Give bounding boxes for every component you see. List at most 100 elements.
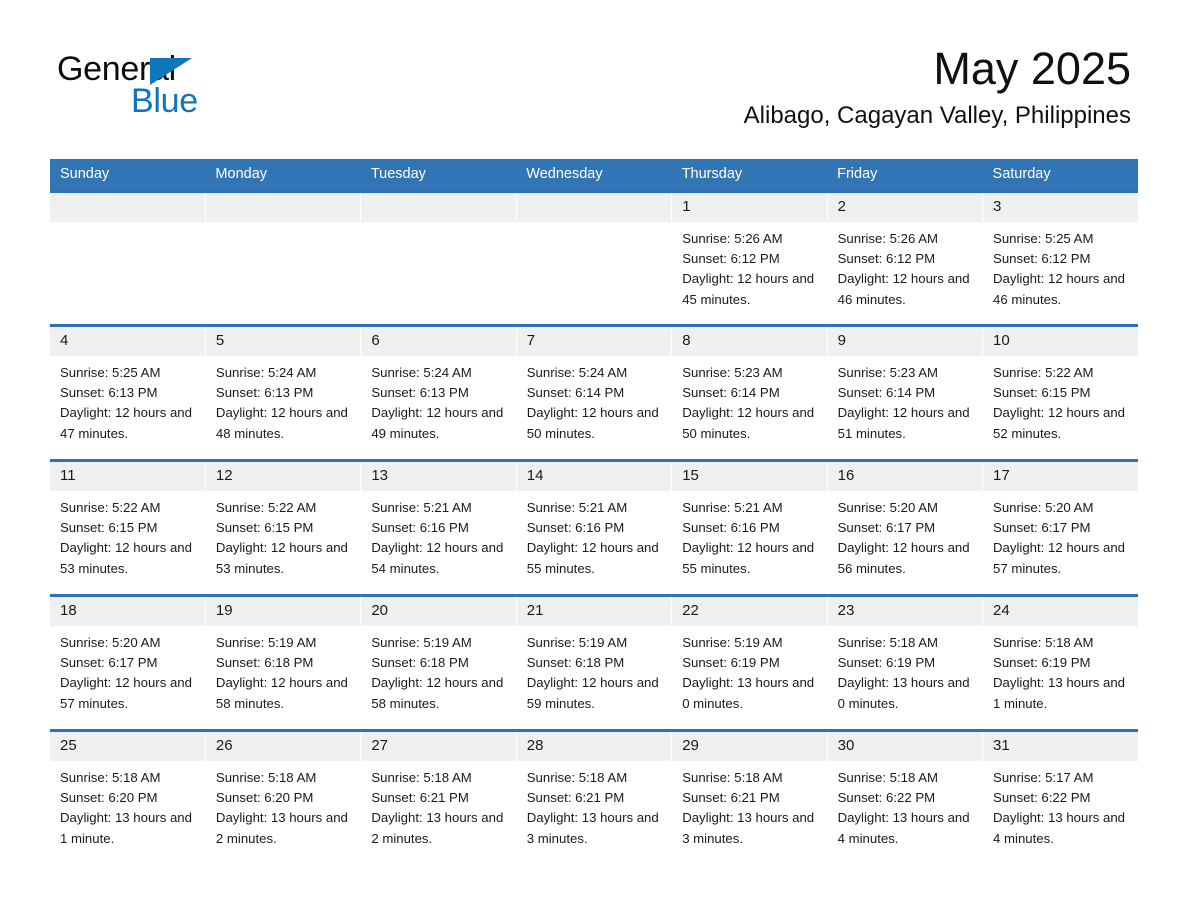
calendar-day-cell[interactable]: 2 Sunrise: 5:26 AM Sunset: 6:12 PM Daylight…: [826, 190, 983, 326]
calendar-day-cell[interactable]: 18 Sunrise: 5:20 AM Sunset: 6:17 PM Dayligh…: [50, 594, 206, 731]
day-details: Sunrise: 5:22 AM Sunset: 6:15 PM Daylight:…: [50, 492, 205, 579]
day-number: 20: [361, 597, 516, 627]
calendar-day-cell[interactable]: 21 Sunrise: 5:19 AM Sunset: 6:18 PM Dayligh…: [515, 594, 672, 731]
sunrise-text: Sunrise: 5:25 AM: [60, 365, 161, 380]
sunset-text: Sunset: 6:12 PM: [837, 251, 936, 267]
calendar-day-cell[interactable]: 23 Sunrise: 5:18 AM Sunset: 6:19 PM Dayligh…: [826, 594, 983, 731]
calendar-day-cell[interactable]: 29 Sunrise: 5:18 AM Sunset: 6:21 PM Dayligh…: [671, 729, 828, 864]
daylight-text: Daylight: 13 hours and 0 minutes.: [837, 675, 970, 711]
calendar-day-cell[interactable]: 12 Sunrise: 5:22 AM Sunset: 6:15 PM Dayligh…: [204, 459, 361, 596]
day-number: 7: [516, 327, 672, 357]
daylight-text: Daylight: 12 hours and 45 minutes.: [682, 271, 815, 307]
day-details: Sunrise: 5:18 AM Sunset: 6:20 PM Daylight:…: [206, 762, 360, 849]
calendar-day-cell[interactable]: 19 Sunrise: 5:19 AM Sunset: 6:18 PM Dayligh…: [204, 594, 361, 731]
calendar-week-row: 25 Sunrise: 5:18 AM Sunset: 6:20 PM Dayligh…: [50, 729, 1138, 864]
calendar-day-cell[interactable]: 10 Sunrise: 5:22 AM Sunset: 6:15 PM Dayligh…: [982, 324, 1138, 461]
calendar-day-cell[interactable]: 28 Sunrise: 5:18 AM Sunset: 6:21 PM Dayligh…: [515, 729, 672, 864]
sunset-text: Sunset: 6:13 PM: [371, 385, 469, 401]
calendar-day-cell[interactable]: 6 Sunrise: 5:24 AM Sunset: 6:13 PM Daylight…: [360, 324, 517, 461]
calendar-day-cell[interactable]: 9 Sunrise: 5:23 AM Sunset: 6:14 PM Daylight…: [826, 324, 983, 461]
day-number: 13: [361, 462, 516, 492]
day-details: Sunrise: 5:18 AM Sunset: 6:19 PM Daylight:…: [983, 627, 1138, 714]
sunset-text: Sunset: 6:20 PM: [215, 790, 314, 806]
day-details: Sunrise: 5:24 AM Sunset: 6:14 PM Daylight:…: [517, 357, 671, 444]
calendar-day-cell-empty: [360, 190, 517, 326]
sunrise-text: Sunrise: 5:26 AM: [837, 231, 939, 246]
calendar-page: General Blue May 2025 Alibago, Cagayan V…: [0, 0, 1188, 918]
calendar-day-cell[interactable]: 27 Sunrise: 5:18 AM Sunset: 6:21 PM Dayligh…: [360, 729, 517, 864]
calendar-day-cell[interactable]: 31 Sunrise: 5:17 AM Sunset: 6:22 PM Dayligh…: [982, 729, 1138, 864]
day-details: Sunrise: 5:18 AM Sunset: 6:21 PM Daylight:…: [672, 762, 826, 849]
triangle-icon: [150, 58, 192, 85]
day-number: 22: [672, 597, 827, 627]
calendar-day-cell[interactable]: 5 Sunrise: 5:24 AM Sunset: 6:13 PM Daylight…: [204, 324, 361, 461]
daylight-text: Daylight: 12 hours and 55 minutes.: [682, 540, 815, 576]
day-number: 21: [516, 597, 672, 627]
calendar-day-cell[interactable]: 17 Sunrise: 5:20 AM Sunset: 6:17 PM Dayligh…: [982, 459, 1138, 596]
sunset-text: Sunset: 6:18 PM: [371, 655, 469, 671]
day-number: [205, 193, 361, 223]
sunrise-text: Sunrise: 5:21 AM: [526, 500, 628, 515]
calendar-day-cell[interactable]: 8 Sunrise: 5:23 AM Sunset: 6:14 PM Daylight…: [671, 324, 828, 461]
daylight-text: Daylight: 13 hours and 0 minutes.: [682, 675, 815, 711]
daylight-text: Daylight: 12 hours and 58 minutes.: [371, 675, 504, 711]
day-details: Sunrise: 5:20 AM Sunset: 6:17 PM Daylight:…: [50, 627, 205, 714]
sunset-text: Sunset: 6:21 PM: [371, 790, 469, 806]
sunset-text: Sunset: 6:13 PM: [215, 385, 314, 401]
calendar-day-cell[interactable]: 25 Sunrise: 5:18 AM Sunset: 6:20 PM Dayligh…: [50, 729, 206, 864]
day-details: Sunrise: 5:21 AM Sunset: 6:16 PM Daylight:…: [361, 492, 515, 579]
day-number: 9: [827, 327, 983, 357]
calendar-day-cell[interactable]: 26 Sunrise: 5:18 AM Sunset: 6:20 PM Dayligh…: [204, 729, 361, 864]
sunset-text: Sunset: 6:12 PM: [993, 251, 1091, 267]
day-number: [50, 193, 205, 223]
sunrise-text: Sunrise: 5:23 AM: [682, 365, 783, 380]
daylight-text: Daylight: 13 hours and 2 minutes.: [371, 810, 504, 846]
sunset-text: Sunset: 6:17 PM: [993, 520, 1091, 536]
sunrise-text: Sunrise: 5:21 AM: [371, 500, 472, 515]
day-number: 5: [205, 327, 361, 357]
sunset-text: Sunset: 6:15 PM: [60, 520, 158, 536]
sunrise-text: Sunrise: 5:18 AM: [682, 770, 783, 785]
calendar-table: Sunday Monday Tuesday Wednesday Thursday…: [50, 159, 1138, 864]
sunrise-text: Sunrise: 5:18 AM: [215, 770, 317, 785]
daylight-text: Daylight: 12 hours and 47 minutes.: [60, 405, 192, 441]
day-details: Sunrise: 5:24 AM Sunset: 6:13 PM Daylight:…: [361, 357, 515, 444]
calendar-body: 1 Sunrise: 5:26 AM Sunset: 6:12 PM Daylight…: [50, 190, 1138, 864]
sunrise-text: Sunrise: 5:18 AM: [837, 635, 939, 650]
day-details: Sunrise: 5:19 AM Sunset: 6:18 PM Daylight:…: [517, 627, 671, 714]
daylight-text: Daylight: 12 hours and 46 minutes.: [993, 271, 1125, 307]
sunset-text: Sunset: 6:22 PM: [837, 790, 936, 806]
day-number: 23: [827, 597, 983, 627]
sunset-text: Sunset: 6:14 PM: [526, 385, 625, 401]
daylight-text: Daylight: 13 hours and 2 minutes.: [215, 810, 348, 846]
day-number: 16: [827, 462, 983, 492]
sunrise-text: Sunrise: 5:18 AM: [526, 770, 628, 785]
calendar-day-cell[interactable]: 24 Sunrise: 5:18 AM Sunset: 6:19 PM Dayligh…: [982, 594, 1138, 731]
daylight-text: Daylight: 12 hours and 55 minutes.: [526, 540, 659, 576]
calendar-day-cell[interactable]: 11 Sunrise: 5:22 AM Sunset: 6:15 PM Dayligh…: [50, 459, 206, 596]
daylight-text: Daylight: 13 hours and 1 minute.: [993, 675, 1125, 711]
calendar-day-cell[interactable]: 14 Sunrise: 5:21 AM Sunset: 6:16 PM Dayligh…: [515, 459, 672, 596]
calendar-day-cell[interactable]: 15 Sunrise: 5:21 AM Sunset: 6:16 PM Dayligh…: [671, 459, 828, 596]
calendar-day-cell[interactable]: 22 Sunrise: 5:19 AM Sunset: 6:19 PM Dayligh…: [671, 594, 828, 731]
calendar-day-cell[interactable]: 1 Sunrise: 5:26 AM Sunset: 6:12 PM Daylight…: [671, 190, 828, 326]
calendar-day-cell[interactable]: 3 Sunrise: 5:25 AM Sunset: 6:12 PM Daylight…: [982, 190, 1138, 326]
day-number: 27: [361, 732, 516, 762]
sunrise-text: Sunrise: 5:17 AM: [993, 770, 1094, 785]
day-number: 15: [672, 462, 827, 492]
sunset-text: Sunset: 6:18 PM: [526, 655, 625, 671]
calendar-week-row: 11 Sunrise: 5:22 AM Sunset: 6:15 PM Dayligh…: [50, 459, 1138, 596]
calendar-day-cell[interactable]: 16 Sunrise: 5:20 AM Sunset: 6:17 PM Dayligh…: [826, 459, 983, 596]
calendar-day-cell[interactable]: 30 Sunrise: 5:18 AM Sunset: 6:22 PM Dayligh…: [826, 729, 983, 864]
calendar-day-cell[interactable]: 13 Sunrise: 5:21 AM Sunset: 6:16 PM Dayligh…: [360, 459, 517, 596]
daylight-text: Daylight: 12 hours and 48 minutes.: [215, 405, 348, 441]
daylight-text: Daylight: 12 hours and 46 minutes.: [837, 271, 970, 307]
calendar-day-cell[interactable]: 4 Sunrise: 5:25 AM Sunset: 6:13 PM Daylight…: [50, 324, 206, 461]
calendar-day-cell[interactable]: 20 Sunrise: 5:19 AM Sunset: 6:18 PM Dayligh…: [360, 594, 517, 731]
general-blue-logo[interactable]: General Blue: [57, 52, 257, 122]
day-details: Sunrise: 5:18 AM Sunset: 6:22 PM Daylight:…: [828, 762, 982, 849]
sunset-text: Sunset: 6:15 PM: [993, 385, 1091, 401]
day-details: Sunrise: 5:19 AM Sunset: 6:19 PM Daylight:…: [672, 627, 826, 714]
sunrise-text: Sunrise: 5:20 AM: [837, 500, 939, 515]
calendar-day-cell[interactable]: 7 Sunrise: 5:24 AM Sunset: 6:14 PM Daylight…: [515, 324, 672, 461]
